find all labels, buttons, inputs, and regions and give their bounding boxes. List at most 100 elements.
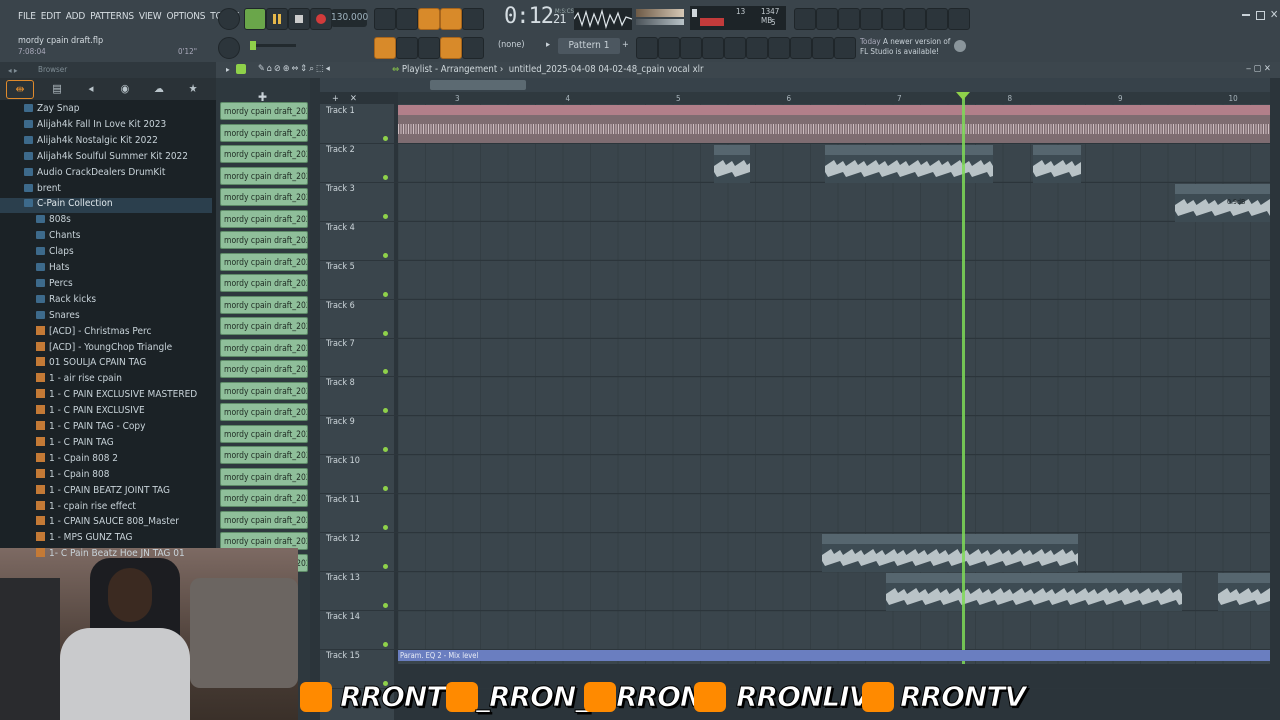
- song-mode-button[interactable]: [244, 8, 266, 30]
- browser-all-tab[interactable]: ⇹: [6, 80, 34, 99]
- news-panel[interactable]: Today A newer version of FL Studio is ava…: [860, 37, 950, 57]
- countdown-icon[interactable]: [418, 8, 440, 30]
- track-label[interactable]: Track 1: [326, 106, 355, 116]
- master-volume[interactable]: [636, 9, 684, 17]
- channel-button[interactable]: mordy cpain draft_2025-: [220, 360, 308, 378]
- browser-item[interactable]: 1 - MPS GUNZ TAG: [0, 532, 212, 547]
- track-mute-led[interactable]: [383, 641, 388, 647]
- browser-item[interactable]: Percs: [0, 278, 212, 293]
- channel-button[interactable]: mordy cpain draft_2025-: [220, 510, 308, 529]
- browser-audio-tab[interactable]: ◂: [84, 82, 98, 96]
- channel-button[interactable]: mordy cpain draft_2025-: [220, 317, 308, 335]
- channel-button[interactable]: mordy cpain draft_2025-: [220, 274, 308, 292]
- browser-plugin-tab[interactable]: ◉: [118, 82, 132, 96]
- download-icon[interactable]: [948, 8, 970, 30]
- playlist-scrollbar[interactable]: [320, 78, 1270, 92]
- browser-arrows-icon[interactable]: ◂ ▸: [8, 66, 18, 75]
- track-mute-led[interactable]: [383, 525, 388, 530]
- channel-button[interactable]: mordy cpain draft_2025-: [220, 188, 308, 206]
- playlist-window-controls[interactable]: ‒ ▢ ✕: [1246, 64, 1271, 74]
- browser-item[interactable]: brent: [0, 183, 212, 198]
- chat-icon[interactable]: [926, 8, 948, 30]
- track-label[interactable]: Track 12: [326, 534, 360, 544]
- prev-pattern-icon[interactable]: ▸: [546, 40, 550, 50]
- track-label[interactable]: Track 11: [326, 495, 360, 505]
- snap-icon[interactable]: [374, 37, 396, 59]
- channel-button[interactable]: mordy cpain draft_2025-: [220, 123, 308, 142]
- track-label[interactable]: Track 13: [326, 573, 360, 583]
- track-mute-led[interactable]: [383, 252, 388, 258]
- undo-icon[interactable]: [794, 8, 816, 30]
- track-mute-led[interactable]: [383, 174, 388, 180]
- channel-button[interactable]: mordy cpain draft_2025-: [220, 102, 308, 120]
- menu-item[interactable]: EDIT: [41, 11, 61, 25]
- close-icon[interactable]: ✕: [1270, 8, 1278, 21]
- track-label[interactable]: Track 3: [326, 184, 355, 194]
- browser-item[interactable]: C-Pain Collection: [0, 198, 212, 214]
- tools-icon[interactable]: [812, 37, 834, 59]
- channel-button[interactable]: mordy cpain draft_2025-: [220, 209, 308, 228]
- track-label[interactable]: Track 8: [326, 378, 355, 388]
- playhead[interactable]: [962, 98, 965, 664]
- link-icon[interactable]: [440, 37, 462, 59]
- playlist-icon[interactable]: [636, 37, 658, 59]
- minimize-icon[interactable]: [1242, 14, 1250, 16]
- browser-item[interactable]: Alijah4k Soulful Summer Kit 2022: [0, 151, 212, 166]
- track-label[interactable]: Track 15: [326, 651, 360, 661]
- cut-icon[interactable]: [816, 8, 838, 30]
- script-icon[interactable]: [768, 37, 790, 59]
- master-pitch[interactable]: [636, 19, 684, 25]
- channel-button[interactable]: mordy cpain draft_2025-: [220, 295, 308, 314]
- add-pattern-icon[interactable]: +: [622, 40, 629, 50]
- automation-clip[interactable]: Param. EQ 2 - Mix level: [398, 650, 1270, 661]
- channel-button[interactable]: mordy cpain draft_2025-: [220, 403, 308, 421]
- save-icon[interactable]: [882, 8, 904, 30]
- magnet-icon[interactable]: [236, 64, 246, 74]
- audio-clip[interactable]: untitled_2025-04-08 04-02-48_cpain vocal…: [825, 145, 993, 183]
- tempo-display[interactable]: 130.000: [331, 9, 368, 27]
- metronome-icon[interactable]: [374, 8, 396, 30]
- plus-icon[interactable]: +: [332, 94, 339, 104]
- pattern-selector[interactable]: Pattern 1: [558, 38, 620, 54]
- track-mute-led[interactable]: [383, 213, 388, 219]
- browser-item[interactable]: Chants: [0, 230, 212, 245]
- browser-item[interactable]: 1 - C PAIN TAG: [0, 436, 212, 452]
- piano-roll-icon[interactable]: [658, 37, 680, 59]
- channel-button[interactable]: mordy cpain draft_2025-: [220, 231, 308, 249]
- channel-button[interactable]: mordy cpain draft_2025-: [220, 166, 308, 185]
- audio-clip[interactable]: untitled_2025-04-08 04-23-16_cpain vocal…: [886, 573, 1182, 611]
- menu-item[interactable]: ADD: [66, 11, 86, 25]
- browser-item[interactable]: Claps: [0, 246, 212, 261]
- track-label[interactable]: Track 7: [326, 339, 355, 349]
- browser-item[interactable]: Audio CrackDealers DrumKit: [0, 167, 212, 182]
- channel-button[interactable]: mordy cpain draft_2025-: [220, 446, 308, 464]
- browser-item[interactable]: [ACD] - Christmas Perc: [0, 325, 212, 341]
- pitch-slider[interactable]: [250, 41, 296, 50]
- track-mute-led[interactable]: [383, 602, 388, 608]
- playhead-marker-icon[interactable]: [956, 92, 970, 100]
- browser-item[interactable]: Alijah4k Nostalgic Kit 2022: [0, 135, 212, 150]
- browser-item[interactable]: 1 - air rise cpain: [0, 373, 212, 388]
- track-label[interactable]: Track 14: [326, 612, 360, 622]
- browser-item[interactable]: Alijah4k Fall In Love Kit 2023: [0, 119, 212, 134]
- playlist-arrow-icon[interactable]: ▸: [226, 65, 230, 74]
- track1-audio-clip[interactable]: Mordys Suixide - had you been there(1): [398, 105, 1270, 143]
- browser-item[interactable]: 1 - cpain rise effect: [0, 500, 212, 516]
- brush-icon[interactable]: [418, 37, 440, 59]
- browser-item[interactable]: 01 SOULJA CPAIN TAG: [0, 357, 212, 372]
- channel-button[interactable]: mordy cpain draft_2025-: [220, 338, 308, 357]
- browser-item[interactable]: Hats: [0, 262, 212, 277]
- browser-project-tab[interactable]: ▤: [50, 82, 64, 96]
- audio-clip[interactable]: untitled_2025...pain vocal xlr 0.9dB: [1175, 184, 1270, 222]
- snap-none[interactable]: (none): [498, 40, 525, 50]
- arrow-right-icon[interactable]: [396, 37, 418, 59]
- browser-item[interactable]: 1 - CPAIN BEATZ JOINT TAG: [0, 484, 212, 500]
- audio-clip[interactable]: untitl...al xlr: [1033, 145, 1081, 183]
- channel-button[interactable]: mordy cpain draft_2025-: [220, 467, 308, 486]
- channel-button[interactable]: mordy cpain draft_2025-: [220, 489, 308, 507]
- audio-clip[interactable]: untitled_2025-04-08 04-22-29_cpain vocal…: [822, 534, 1078, 572]
- track-label[interactable]: Track 2: [326, 145, 355, 155]
- channel-button[interactable]: mordy cpain draft_2025-: [220, 145, 308, 163]
- channel-button[interactable]: mordy cpain draft_2025-: [220, 424, 308, 443]
- browser-item[interactable]: 1 - C PAIN EXCLUSIVE MASTERED: [0, 389, 212, 404]
